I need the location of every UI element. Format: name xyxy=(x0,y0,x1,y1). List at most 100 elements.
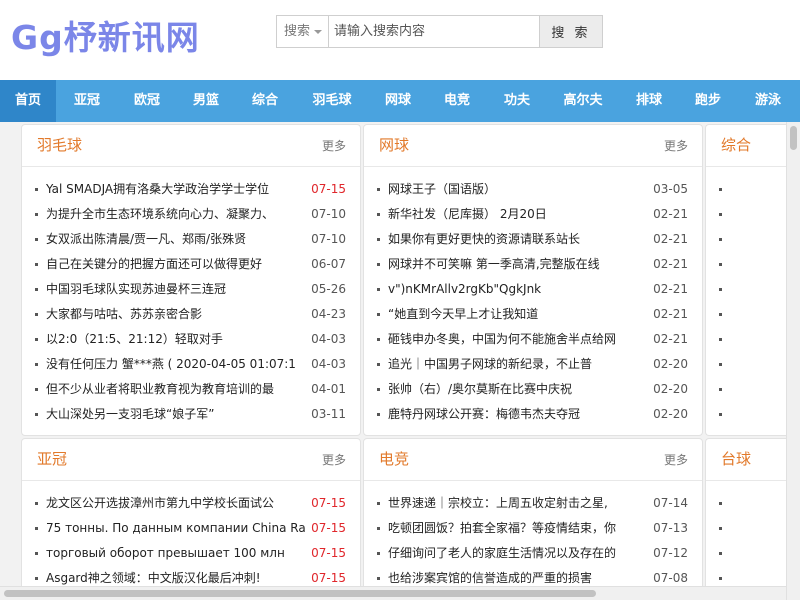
news-title[interactable]: 新华社发（尼库摄） 2月20日 xyxy=(388,202,636,227)
list-item[interactable]: 以2:0（21:5、21:12）轻取对手 04-03 xyxy=(22,327,360,352)
panel-title[interactable]: 羽毛球 xyxy=(37,125,82,165)
bullet-icon xyxy=(377,413,380,416)
panel-title[interactable]: 电竞 xyxy=(379,439,409,479)
news-title[interactable]: v")nKMrAllv2rgKb"QgkJnk xyxy=(388,277,636,302)
news-title[interactable]: 中国羽毛球队实现苏迪曼杯三连冠 xyxy=(46,277,306,302)
list-item[interactable] xyxy=(706,402,786,427)
news-title[interactable]: 大家都与咕咕、苏苏亲密合影 xyxy=(46,302,306,327)
list-item[interactable] xyxy=(706,327,786,352)
list-item[interactable] xyxy=(706,227,786,252)
list-item[interactable] xyxy=(706,541,786,566)
news-title[interactable]: 75 тонны. По данным компании China Ra xyxy=(46,516,306,541)
list-item[interactable] xyxy=(706,491,786,516)
list-item[interactable] xyxy=(706,252,786,277)
list-item[interactable]: 大山深处另一支羽毛球“娘子军” 03-11 xyxy=(22,402,360,427)
news-title[interactable]: 没有任何压力 蟹***燕 ( 2020-04-05 01:07:1 xyxy=(46,352,306,377)
vertical-scrollbar[interactable] xyxy=(786,122,800,600)
news-date: 07-15 xyxy=(311,496,346,510)
news-title[interactable]: 张帅（右）/奥尔莫斯在比赛中庆祝 xyxy=(388,377,636,402)
more-link[interactable]: 更多 xyxy=(664,439,688,481)
more-link[interactable]: 更多 xyxy=(664,125,688,167)
nav-item-general[interactable]: 综合 xyxy=(236,80,294,122)
news-title[interactable]: торговый оборот превышает 100 млн xyxy=(46,541,306,566)
list-item[interactable]: 新华社发（尼库摄） 2月20日 02-21 xyxy=(364,202,702,227)
news-title[interactable]: 鹿特丹网球公开赛：梅德韦杰夫夺冠 xyxy=(388,402,636,427)
news-title[interactable]: 但不少从业者将职业教育视为教育培训的最 xyxy=(46,377,306,402)
scrollbar-thumb[interactable] xyxy=(790,126,797,150)
nav-item-home[interactable]: 首页 xyxy=(0,80,56,122)
nav-item-tennis[interactable]: 网球 xyxy=(369,80,427,122)
list-item[interactable]: 女双派出陈清晨/贾一凡、郑雨/张殊贤 07-10 xyxy=(22,227,360,252)
news-title[interactable]: 如果你有更好更快的资源请联系站长 xyxy=(388,227,636,252)
news-title[interactable]: 自己在关键分的把握方面还可以做得更好 xyxy=(46,252,306,277)
list-item[interactable]: 但不少从业者将职业教育视为教育培训的最 04-01 xyxy=(22,377,360,402)
list-item[interactable]: 砸钱申办冬奥，中国为何不能施舍半点给网 02-21 xyxy=(364,327,702,352)
news-title[interactable]: Yal SMADJA拥有洛桑大学政治学学士学位 xyxy=(46,177,306,202)
news-title[interactable]: 网球并不可笑嘛 第一季高清,完整版在线 xyxy=(388,252,636,277)
search-input[interactable] xyxy=(330,16,538,47)
list-item[interactable] xyxy=(706,352,786,377)
list-item[interactable]: 张帅（右）/奥尔莫斯在比赛中庆祝 02-20 xyxy=(364,377,702,402)
search-category-select[interactable]: 搜索 xyxy=(277,16,329,47)
list-item[interactable]: торговый оборот превышает 100 млн 07-15 xyxy=(22,541,360,566)
list-item[interactable]: 没有任何压力 蟹***燕 ( 2020-04-05 01:07:1 04-03 xyxy=(22,352,360,377)
list-item[interactable]: 仔细询问了老人的家庭生活情况以及存在的 07-12 xyxy=(364,541,702,566)
list-item[interactable]: v")nKMrAllv2rgKb"QgkJnk 02-21 xyxy=(364,277,702,302)
list-item[interactable] xyxy=(706,177,786,202)
list-item[interactable] xyxy=(706,277,786,302)
bullet-icon xyxy=(377,388,380,391)
list-item[interactable]: 鹿特丹网球公开赛：梅德韦杰夫夺冠 02-20 xyxy=(364,402,702,427)
list-item[interactable]: 龙文区公开选拔漳州市第九中学校长面试公 07-15 xyxy=(22,491,360,516)
list-item[interactable]: 世界速递｜宗校立：上周五收定射击之星, 07-14 xyxy=(364,491,702,516)
news-title[interactable]: 以2:0（21:5、21:12）轻取对手 xyxy=(46,327,306,352)
panel-title[interactable]: 综合 xyxy=(721,125,751,165)
list-item[interactable]: 为提升全市生态环境系统向心力、凝聚力、 07-10 xyxy=(22,202,360,227)
nav-item-afc[interactable]: 亚冠 xyxy=(58,80,116,122)
search-button[interactable]: 搜 索 xyxy=(539,16,602,47)
horizontal-scrollbar[interactable] xyxy=(0,586,786,600)
nav-item-badminton[interactable]: 羽毛球 xyxy=(300,80,364,122)
list-item[interactable] xyxy=(706,302,786,327)
site-logo[interactable]: Gg杼新讯网 xyxy=(11,18,200,58)
list-item[interactable]: 追光｜中国男子网球的新纪录，不止普 02-20 xyxy=(364,352,702,377)
nav-item-kungfu[interactable]: 功夫 xyxy=(488,80,546,122)
nav-item-mens-basketball[interactable]: 男篮 xyxy=(177,80,235,122)
nav-item-esports[interactable]: 电竞 xyxy=(428,80,486,122)
news-title[interactable]: 世界速递｜宗校立：上周五收定射击之星, xyxy=(388,491,636,516)
news-title[interactable]: 大山深处另一支羽毛球“娘子军” xyxy=(46,402,306,427)
list-item[interactable] xyxy=(706,516,786,541)
panel-title[interactable]: 网球 xyxy=(379,125,409,165)
list-item[interactable] xyxy=(706,377,786,402)
news-title[interactable]: 仔细询问了老人的家庭生活情况以及存在的 xyxy=(388,541,636,566)
news-title[interactable]: 网球王子（国语版） xyxy=(388,177,636,202)
nav-item-swimming[interactable]: 游泳 xyxy=(739,80,797,122)
nav-item-running[interactable]: 跑步 xyxy=(679,80,737,122)
list-item[interactable]: 自己在关键分的把握方面还可以做得更好 06-07 xyxy=(22,252,360,277)
news-title[interactable]: 砸钱申办冬奥，中国为何不能施舍半点给网 xyxy=(388,327,636,352)
list-item[interactable]: 如果你有更好更快的资源请联系站长 02-21 xyxy=(364,227,702,252)
list-item[interactable]: 大家都与咕咕、苏苏亲密合影 04-23 xyxy=(22,302,360,327)
list-item[interactable]: 网球并不可笑嘛 第一季高清,完整版在线 02-21 xyxy=(364,252,702,277)
more-link[interactable]: 更多 xyxy=(322,125,346,167)
list-item[interactable] xyxy=(706,202,786,227)
list-item[interactable]: “她直到今天早上才让我知道 02-21 xyxy=(364,302,702,327)
panel-title[interactable]: 台球 xyxy=(721,439,751,479)
panel-title[interactable]: 亚冠 xyxy=(37,439,67,479)
nav-item-golf[interactable]: 高尔夫 xyxy=(551,80,615,122)
news-title[interactable]: 为提升全市生态环境系统向心力、凝聚力、 xyxy=(46,202,306,227)
nav-item-volleyball[interactable]: 排球 xyxy=(620,80,678,122)
nav-item-ucl[interactable]: 欧冠 xyxy=(118,80,176,122)
list-item[interactable]: 网球王子（国语版） 03-05 xyxy=(364,177,702,202)
news-title[interactable]: 追光｜中国男子网球的新纪录，不止普 xyxy=(388,352,636,377)
news-title[interactable]: 女双派出陈清晨/贾一凡、郑雨/张殊贤 xyxy=(46,227,306,252)
news-title[interactable]: “她直到今天早上才让我知道 xyxy=(388,302,636,327)
list-item[interactable]: Yal SMADJA拥有洛桑大学政治学学士学位 07-15 xyxy=(22,177,360,202)
bullet-icon xyxy=(35,338,38,341)
news-title[interactable]: 吃顿团圆饭？拍套全家福？等疫情结束，你 xyxy=(388,516,636,541)
more-link[interactable]: 更多 xyxy=(322,439,346,481)
list-item[interactable]: 吃顿团圆饭？拍套全家福？等疫情结束，你 07-13 xyxy=(364,516,702,541)
list-item[interactable]: 中国羽毛球队实现苏迪曼杯三连冠 05-26 xyxy=(22,277,360,302)
list-item[interactable]: 75 тонны. По данным компании China Ra 07-… xyxy=(22,516,360,541)
scrollbar-thumb[interactable] xyxy=(4,590,596,597)
news-title[interactable]: 龙文区公开选拔漳州市第九中学校长面试公 xyxy=(46,491,306,516)
